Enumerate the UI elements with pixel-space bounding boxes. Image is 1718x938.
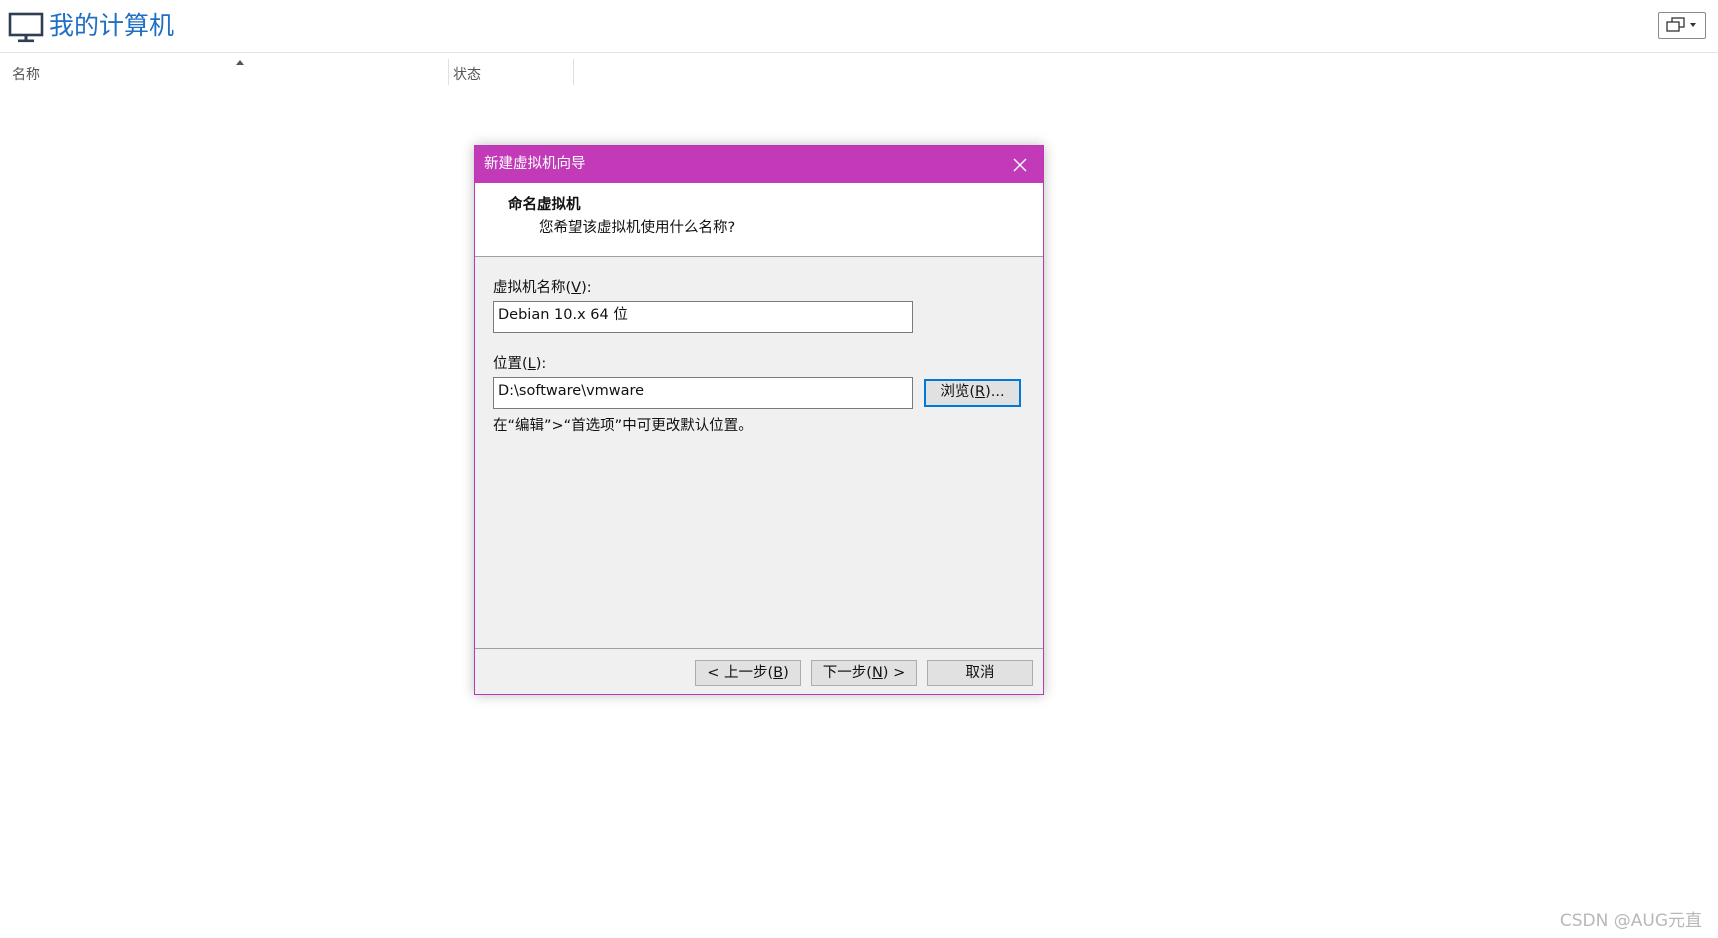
view-mode-icon bbox=[1666, 17, 1696, 32]
column-status-label: 状态 bbox=[453, 67, 481, 83]
view-mode-button[interactable] bbox=[1658, 12, 1706, 39]
column-status[interactable]: 状态 bbox=[448, 59, 574, 85]
footer-divider bbox=[475, 648, 1043, 649]
page-title: 我的计算机 bbox=[49, 11, 175, 40]
wizard-step-title: 命名虚拟机 bbox=[508, 197, 581, 213]
list-column-header: 名称 状态 bbox=[0, 59, 1718, 85]
close-icon bbox=[1013, 158, 1027, 172]
back-button[interactable]: < 上一步(B) bbox=[695, 660, 801, 686]
location-input[interactable]: D:\software\vmware bbox=[493, 377, 913, 409]
cancel-button[interactable]: 取消 bbox=[927, 660, 1033, 686]
new-vm-wizard-dialog: 新建虚拟机向导 命名虚拟机 您希望该虚拟机使用什么名称? 虚拟机名称(V): D… bbox=[474, 145, 1044, 695]
wizard-step-subtitle: 您希望该虚拟机使用什么名称? bbox=[539, 220, 736, 236]
vm-name-input[interactable]: Debian 10.x 64 位 bbox=[493, 301, 913, 333]
vm-name-label: 虚拟机名称(V): bbox=[493, 280, 592, 296]
browse-button[interactable]: 浏览(R)... bbox=[924, 379, 1021, 407]
column-name[interactable]: 名称 bbox=[12, 59, 448, 85]
wizard-banner: 命名虚拟机 您希望该虚拟机使用什么名称? bbox=[475, 183, 1043, 257]
location-hint: 在“编辑”>“首选项”中可更改默认位置。 bbox=[493, 418, 753, 434]
close-button[interactable] bbox=[997, 146, 1043, 183]
dialog-title: 新建虚拟机向导 bbox=[484, 156, 586, 172]
watermark: CSDN @AUG元直 bbox=[1559, 911, 1702, 931]
sort-ascending-icon bbox=[236, 60, 244, 65]
column-name-label: 名称 bbox=[12, 67, 40, 83]
page-header: 我的计算机 bbox=[0, 0, 1718, 53]
monitor-icon bbox=[8, 12, 44, 44]
next-button[interactable]: 下一步(N) > bbox=[811, 660, 917, 686]
dialog-titlebar[interactable]: 新建虚拟机向导 bbox=[475, 146, 1043, 183]
location-label: 位置(L): bbox=[493, 356, 547, 372]
